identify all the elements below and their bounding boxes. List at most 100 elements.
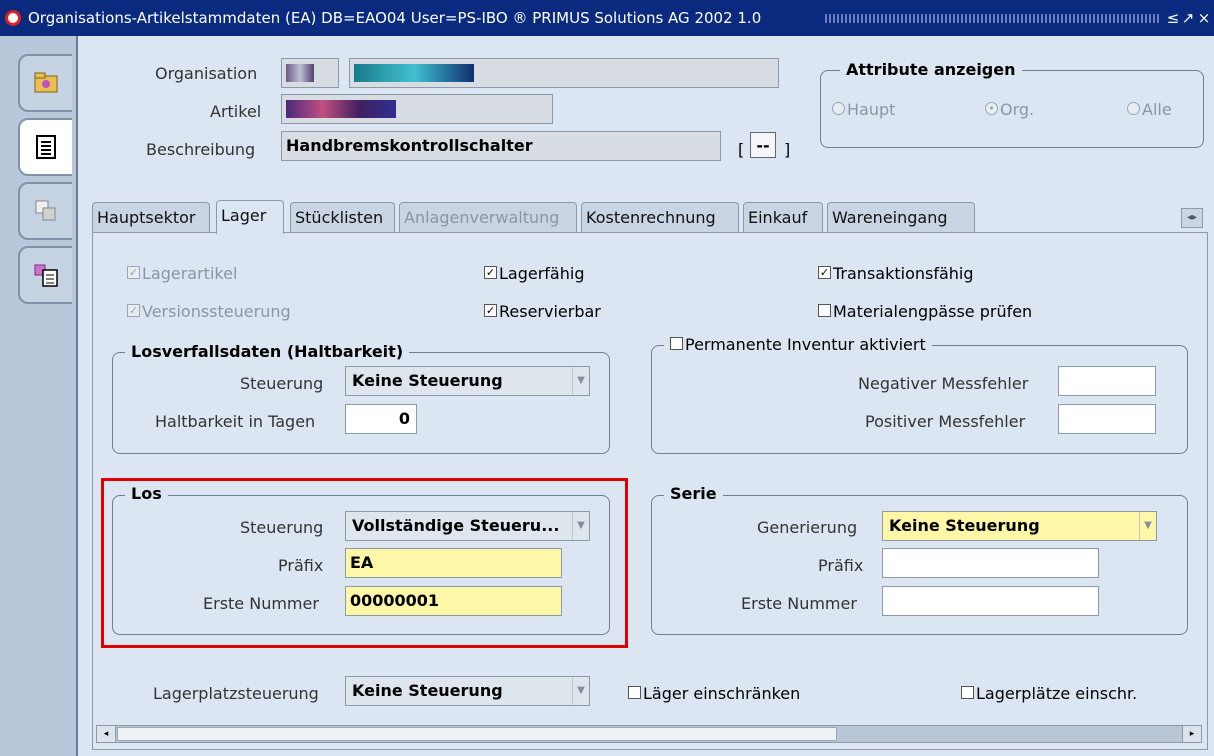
los-steuerung-value: Vollständige Steueru... <box>352 516 560 535</box>
radio-haupt[interactable]: Haupt <box>832 100 895 119</box>
maximize-button[interactable]: ↗ <box>1181 0 1195 36</box>
checkbox-checked-icon: ✓ <box>484 266 497 279</box>
serie-generierung-dropdown[interactable]: Keine Steuerung ▼ <box>882 511 1157 541</box>
organisation-code-field[interactable] <box>281 58 339 88</box>
tab-einkauf[interactable]: Einkauf <box>743 202 823 232</box>
beschreibung-label: Beschreibung <box>146 140 256 159</box>
lagerplatzsteuerung-dropdown[interactable]: Keine Steuerung ▼ <box>345 676 590 706</box>
negativer-messfehler-field[interactable] <box>1058 366 1156 396</box>
artikel-label: Artikel <box>210 102 262 121</box>
beschreibung-field[interactable]: Handbremskontrollschalter <box>281 131 721 161</box>
checkbox-unchecked-icon <box>670 337 683 350</box>
radio-icon <box>1127 102 1140 115</box>
tab-wareneingang[interactable]: Wareneingang <box>827 202 975 232</box>
los-erste-nummer-label: Erste Nummer <box>203 594 319 613</box>
radio-haupt-label: Haupt <box>847 100 896 119</box>
haltbarkeit-label: Haltbarkeit in Tagen <box>155 412 316 431</box>
tab-hauptsektor[interactable]: Hauptsektor <box>92 202 210 232</box>
radio-alle[interactable]: Alle <box>1127 100 1172 119</box>
losverfall-steuerung-value: Keine Steuerung <box>352 371 503 390</box>
lagerplatzsteuerung-value: Keine Steuerung <box>352 681 503 700</box>
scroll-right-icon[interactable]: ▸ <box>1182 726 1201 742</box>
organisation-label: Organisation <box>155 64 258 83</box>
radio-selected-icon: • <box>985 102 998 115</box>
redacted-mark <box>286 100 396 118</box>
serie-frame-title: Serie <box>664 484 723 503</box>
serie-praefix-label: Präfix <box>818 556 864 575</box>
organisation-name-field[interactable] <box>349 58 779 88</box>
list-cube-icon <box>34 264 58 287</box>
checkbox-unchecked-icon <box>818 304 831 317</box>
folder-icon <box>34 72 58 93</box>
positiver-messfehler-field[interactable] <box>1058 404 1156 434</box>
checkbox-unchecked-icon <box>628 686 641 699</box>
checkbox-transaktionsfaehig[interactable]: ✓ Transaktionsfähig <box>818 264 974 283</box>
checkbox-lagerfaehig[interactable]: ✓ Lagerfähig <box>484 264 584 283</box>
tab-anlagenverwaltung[interactable]: Anlagenverwaltung <box>399 202 577 232</box>
radio-icon <box>832 102 845 115</box>
negativer-messfehler-label: Negativer Messfehler <box>858 374 1029 393</box>
minimize-button[interactable]: ≤ <box>1166 0 1180 36</box>
chevron-down-icon: ▼ <box>572 512 589 540</box>
scrollbar-thumb[interactable] <box>117 727 837 741</box>
los-steuerung-dropdown[interactable]: Vollständige Steueru... ▼ <box>345 511 590 541</box>
side-tab-document[interactable] <box>18 118 72 176</box>
checkbox-lagerplaetze-einschraenken[interactable]: Lagerplätze einschr. <box>961 684 1137 703</box>
checkbox-transaktionsfaehig-label: Transaktionsfähig <box>833 264 974 283</box>
chevron-down-icon: ▼ <box>572 367 589 395</box>
tab-kostenrechnung[interactable]: Kostenrechnung <box>581 202 739 232</box>
los-praefix-field[interactable]: EA <box>345 548 562 578</box>
checkbox-checked-icon: ✓ <box>127 304 140 317</box>
checkbox-inventur[interactable]: Permanente Inventur aktiviert <box>670 335 926 354</box>
side-tab-folder[interactable] <box>18 54 72 112</box>
horizontal-scrollbar[interactable]: ◂ ▸ <box>96 725 1202 743</box>
tab-scroll-button[interactable]: ◂▸ <box>1181 208 1203 228</box>
title-bar-drag-area[interactable] <box>825 14 1160 23</box>
losverfall-steuerung-label: Steuerung <box>240 374 324 393</box>
inventur-frame <box>651 345 1188 454</box>
los-praefix-label: Präfix <box>278 556 324 575</box>
inventur-frame-title[interactable]: Permanente Inventur aktiviert <box>664 335 932 354</box>
bracket-left: [ <box>738 140 745 159</box>
tab-lager[interactable]: Lager <box>216 200 284 234</box>
radio-org[interactable]: • Org. <box>985 100 1034 119</box>
checkbox-unchecked-icon <box>961 686 974 699</box>
checkbox-inventur-label: Permanente Inventur aktiviert <box>685 335 926 354</box>
los-frame-title: Los <box>125 484 168 503</box>
flexfield-button[interactable]: -- <box>750 132 776 158</box>
los-erste-nummer-field[interactable]: 00000001 <box>345 586 562 616</box>
checkbox-checked-icon: ✓ <box>127 266 140 279</box>
close-button[interactable]: × <box>1197 0 1211 36</box>
chevron-down-icon: ▼ <box>572 677 589 705</box>
tab-stuecklisten[interactable]: Stücklisten <box>290 202 395 232</box>
checkbox-laeger-einschraenken[interactable]: Läger einschränken <box>628 684 800 703</box>
checkbox-lagerplaetze-label: Lagerplätze einschr. <box>976 684 1138 703</box>
side-tab-items[interactable] <box>18 182 72 240</box>
checkbox-laeger-einschraenken-label: Läger einschränken <box>643 684 801 703</box>
haltbarkeit-field[interactable]: 0 <box>345 404 417 434</box>
side-tab-strip <box>0 36 78 756</box>
losverfall-frame-title: Losverfallsdaten (Haltbarkeit) <box>125 342 410 361</box>
artikel-field[interactable] <box>281 94 553 124</box>
serie-praefix-field[interactable] <box>882 548 1099 578</box>
radio-alle-label: Alle <box>1142 100 1172 119</box>
attribute-frame-title: Attribute anzeigen <box>840 60 1022 79</box>
checkbox-lagerartikel[interactable]: ✓ Lagerartikel <box>127 264 237 283</box>
checkbox-versionssteuerung[interactable]: ✓ Versionssteuerung <box>127 302 291 321</box>
serie-erste-nummer-label: Erste Nummer <box>741 594 857 613</box>
checkbox-materialengpaesse-label: Materialengpässe prüfen <box>833 302 1033 321</box>
serie-generierung-value: Keine Steuerung <box>889 516 1040 535</box>
lagerplatzsteuerung-label: Lagerplatzsteuerung <box>153 684 319 703</box>
scroll-left-icon[interactable]: ◂ <box>97 726 116 742</box>
checkbox-materialengpaesse[interactable]: Materialengpässe prüfen <box>818 302 1032 321</box>
serie-erste-nummer-field[interactable] <box>882 586 1099 616</box>
checkbox-checked-icon: ✓ <box>484 304 497 317</box>
side-tab-list[interactable] <box>18 246 72 304</box>
losverfall-steuerung-dropdown[interactable]: Keine Steuerung ▼ <box>345 366 590 396</box>
checkbox-reservierbar[interactable]: ✓ Reservierbar <box>484 302 601 321</box>
checkbox-lagerartikel-label: Lagerartikel <box>142 264 238 283</box>
positiver-messfehler-label: Positiver Messfehler <box>865 412 1026 431</box>
items-icon <box>35 200 56 221</box>
checkbox-lagerfaehig-label: Lagerfähig <box>499 264 585 283</box>
document-icon <box>36 135 56 159</box>
